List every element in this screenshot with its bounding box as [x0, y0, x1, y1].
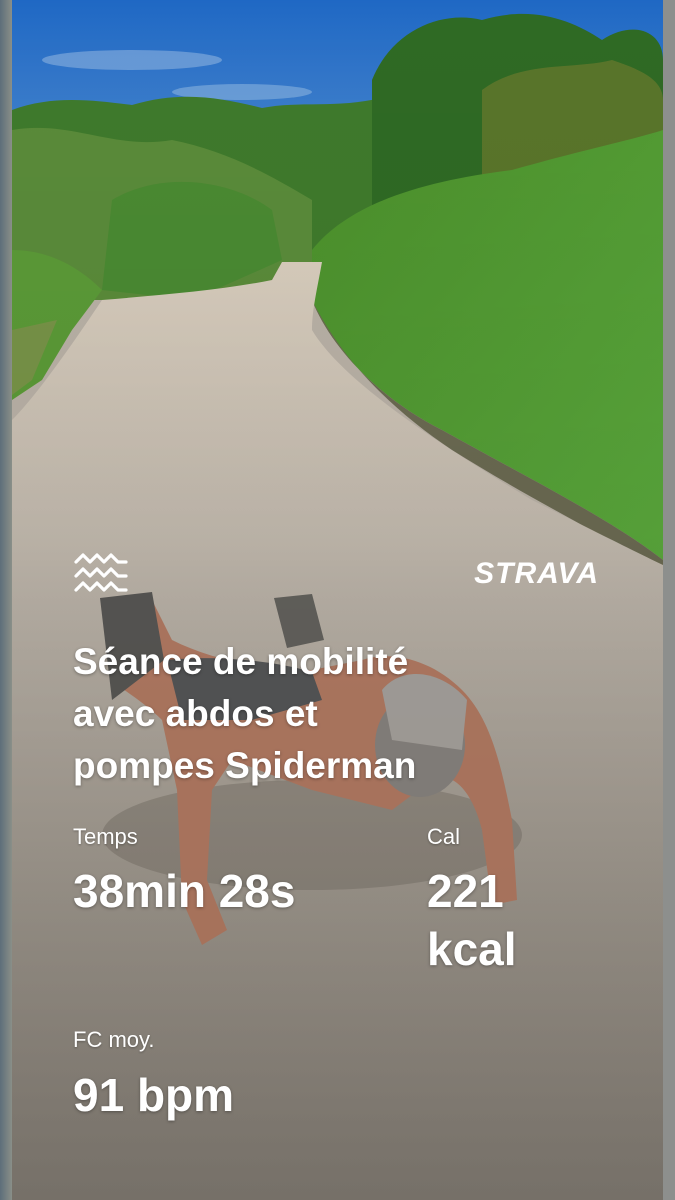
activity-overlay: STRAVA Séance de mobilité avec abdos et … [0, 0, 675, 1200]
time-value: 38min 28s [73, 865, 296, 917]
strava-waves-icon [74, 553, 128, 592]
activity-title-line: pompes Spiderman [73, 745, 417, 786]
time-label: Temps [73, 824, 138, 849]
activity-title-line: Séance de mobilité [73, 641, 409, 682]
calories-number: 221 [427, 865, 504, 917]
strava-logo: STRAVA [474, 557, 599, 590]
heart-rate-label: FC moy. [73, 1027, 155, 1052]
activity-title-line: avec abdos et [73, 693, 318, 734]
activity-title: Séance de mobilité avec abdos et pompes … [73, 636, 633, 792]
calories-value: 221 kcal [427, 862, 627, 978]
heart-rate-value: 91 bpm [73, 1069, 235, 1121]
calories-label: Cal [427, 824, 461, 849]
calories-unit: kcal [427, 923, 517, 975]
